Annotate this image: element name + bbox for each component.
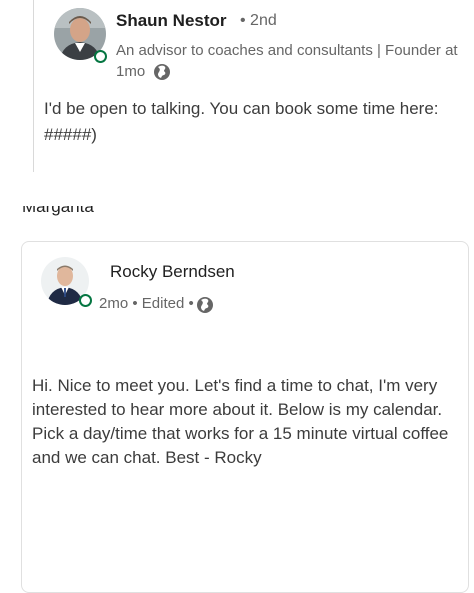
connection-degree: • 2nd (240, 12, 277, 29)
comment-time: 1mo (116, 63, 146, 80)
comment-meta: 2mo • Edited • (99, 295, 194, 312)
globe-icon (154, 64, 170, 80)
globe-icon (197, 297, 213, 313)
author-name[interactable]: Shaun Nestor (116, 11, 227, 31)
author-name[interactable]: Rocky Berndsen (110, 262, 235, 282)
online-status-icon (94, 50, 107, 63)
comment-text: I'd be open to talking. You can book som… (44, 96, 474, 148)
comment-text-line: #####) (44, 125, 97, 144)
clipped-author-name: Margarita (22, 206, 94, 216)
online-status-icon (79, 294, 92, 307)
author-headline: An advisor to coaches and consultants | … (116, 42, 458, 59)
comment-text: Hi. Nice to meet you. Let's find a time … (32, 376, 449, 467)
comment-text-line: I'd be open to talking. You can book som… (44, 99, 439, 118)
thread-line (33, 0, 34, 172)
